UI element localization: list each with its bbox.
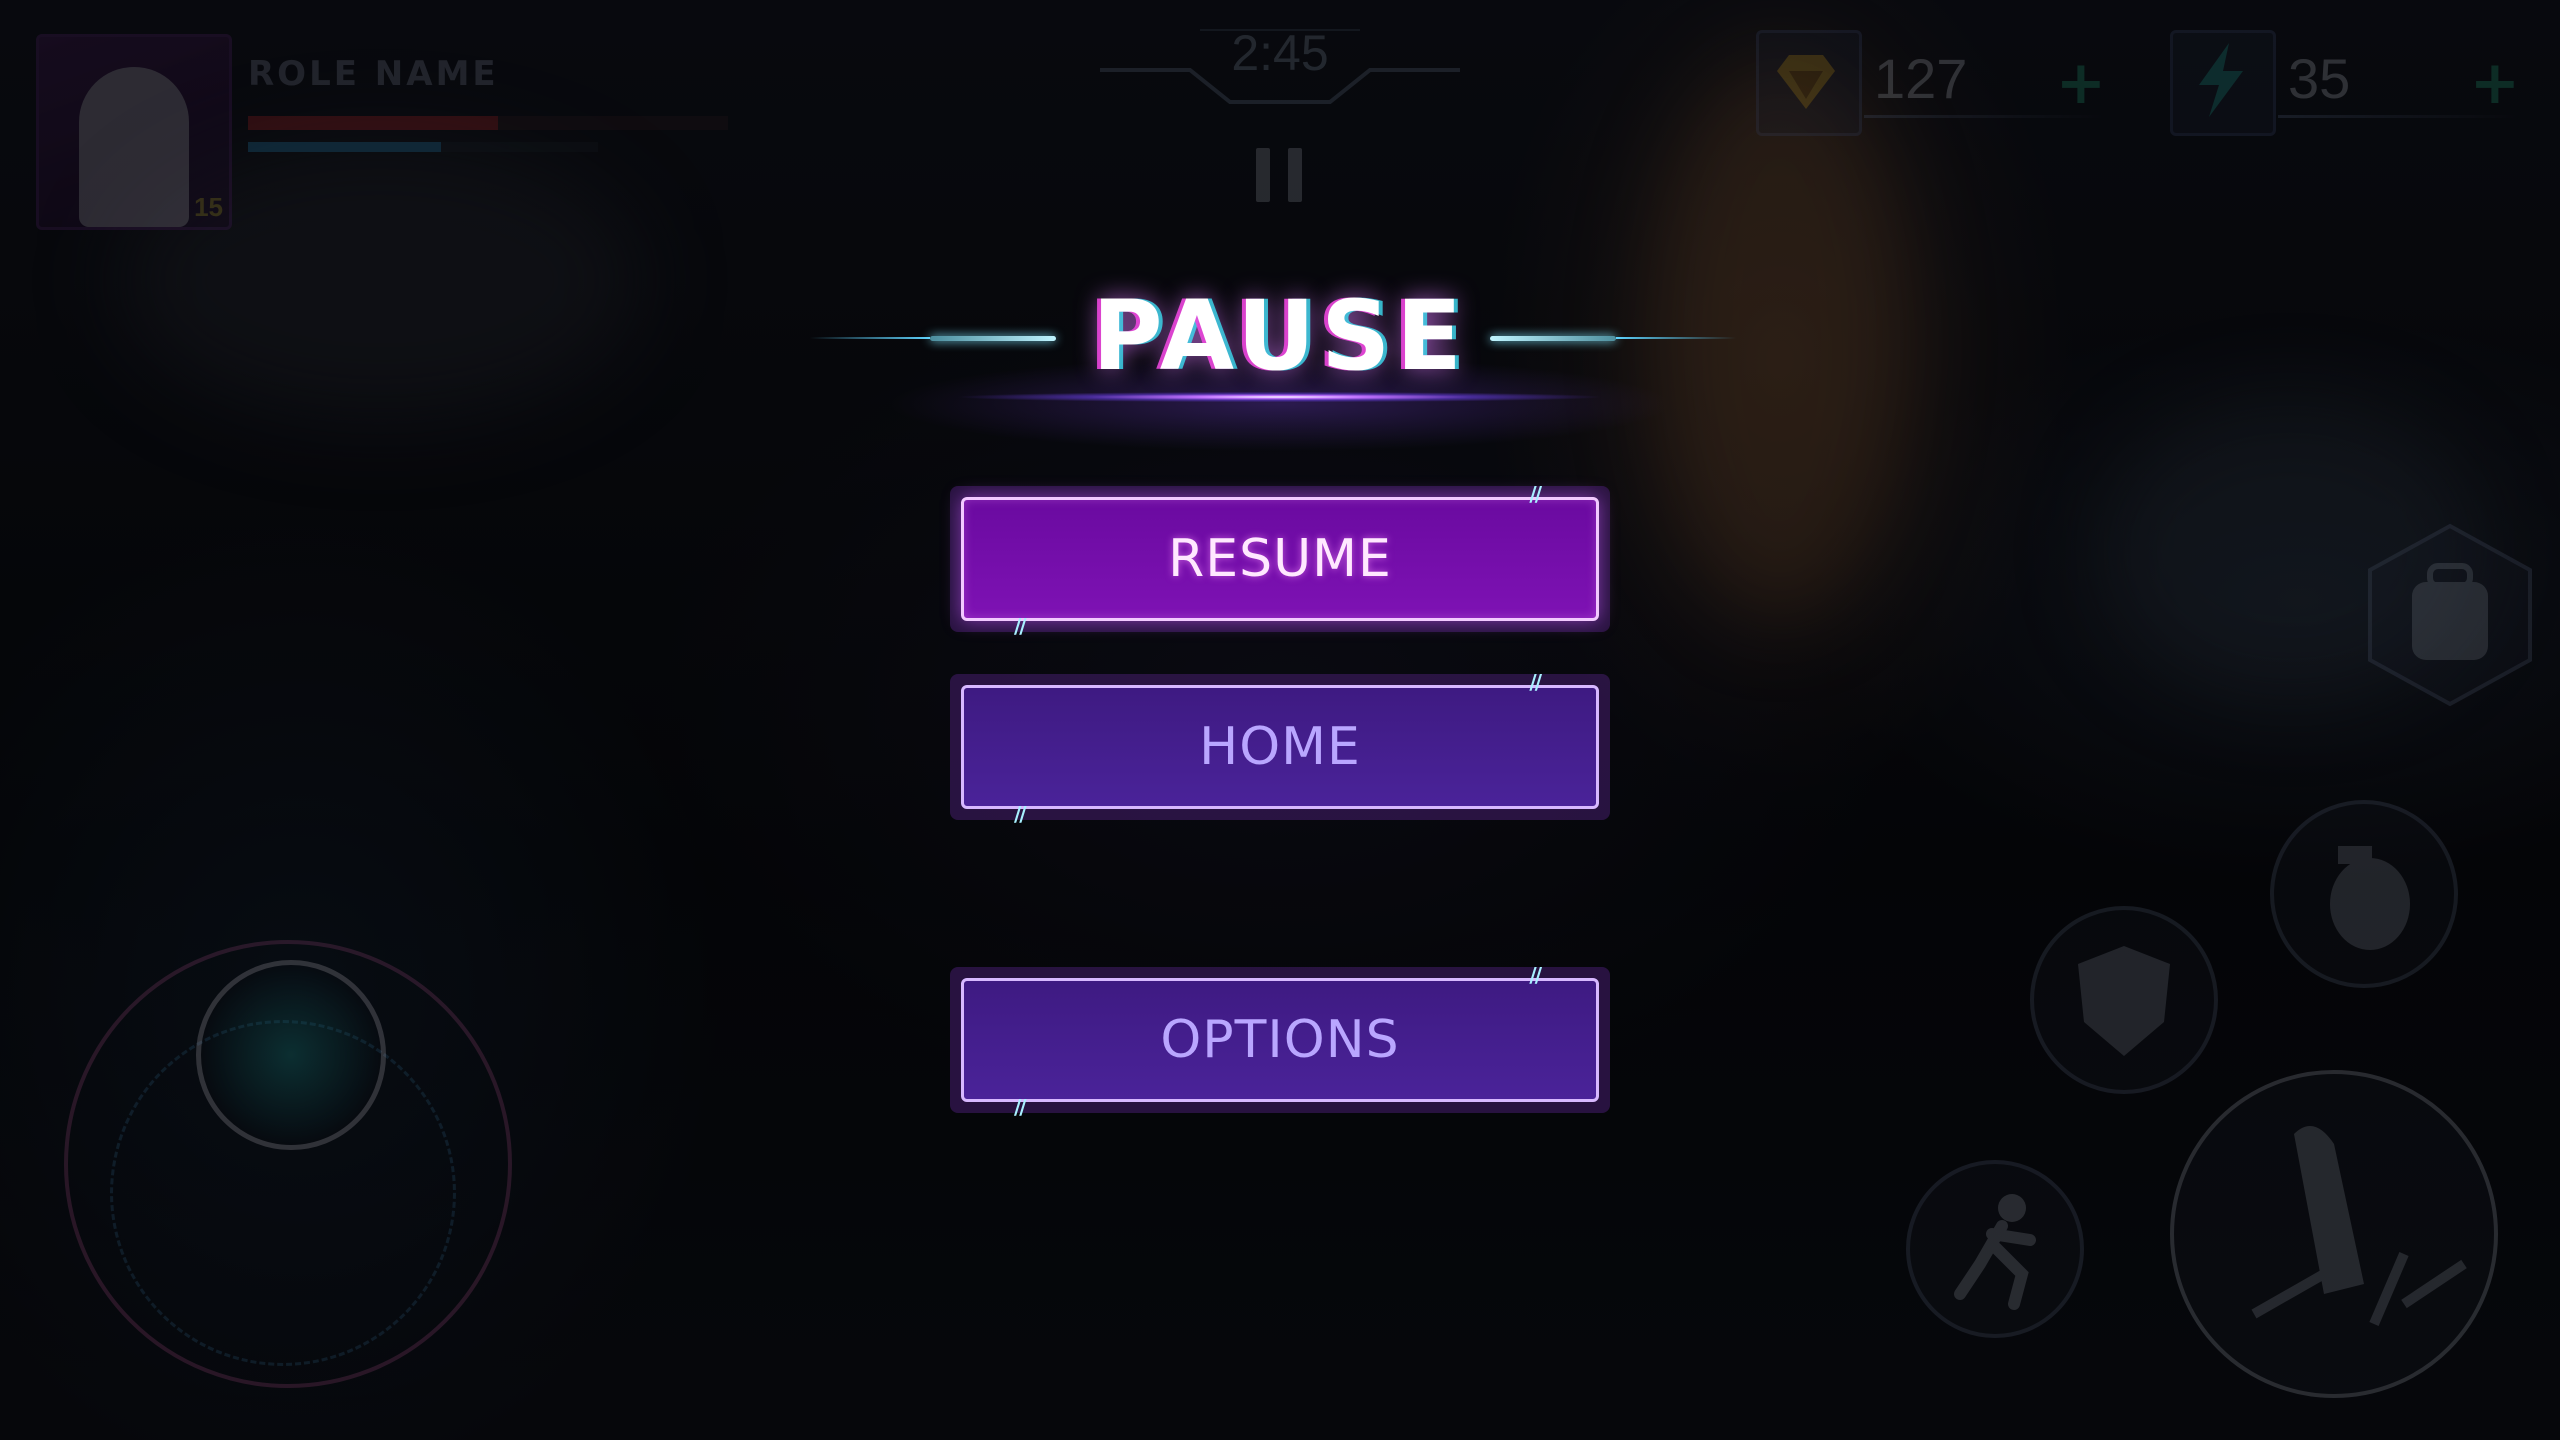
corner-deco: // xyxy=(1014,614,1027,638)
resume-button-frame: RESUME xyxy=(961,497,1599,621)
home-button[interactable]: HOME // // xyxy=(950,670,1610,826)
pause-header: PAUSE xyxy=(0,280,2560,460)
home-button-frame: HOME xyxy=(961,685,1599,809)
corner-deco: // xyxy=(1014,802,1027,826)
pause-title: PAUSE xyxy=(1092,280,1468,392)
corner-deco: // xyxy=(1529,670,1542,694)
corner-deco: // xyxy=(1529,482,1542,506)
corner-deco: // xyxy=(1014,1095,1027,1119)
title-line-right-thin xyxy=(1616,337,1736,339)
options-button-frame: OPTIONS xyxy=(961,978,1599,1102)
corner-deco: // xyxy=(1529,963,1542,987)
title-line-right xyxy=(1490,336,1616,341)
title-glow xyxy=(850,390,1710,404)
options-button[interactable]: OPTIONS // // xyxy=(950,963,1610,1119)
resume-button-label: RESUME xyxy=(1168,529,1392,589)
options-button-label: OPTIONS xyxy=(1160,1010,1400,1070)
resume-button[interactable]: RESUME // // xyxy=(950,482,1610,638)
home-button-label: HOME xyxy=(1199,717,1361,777)
